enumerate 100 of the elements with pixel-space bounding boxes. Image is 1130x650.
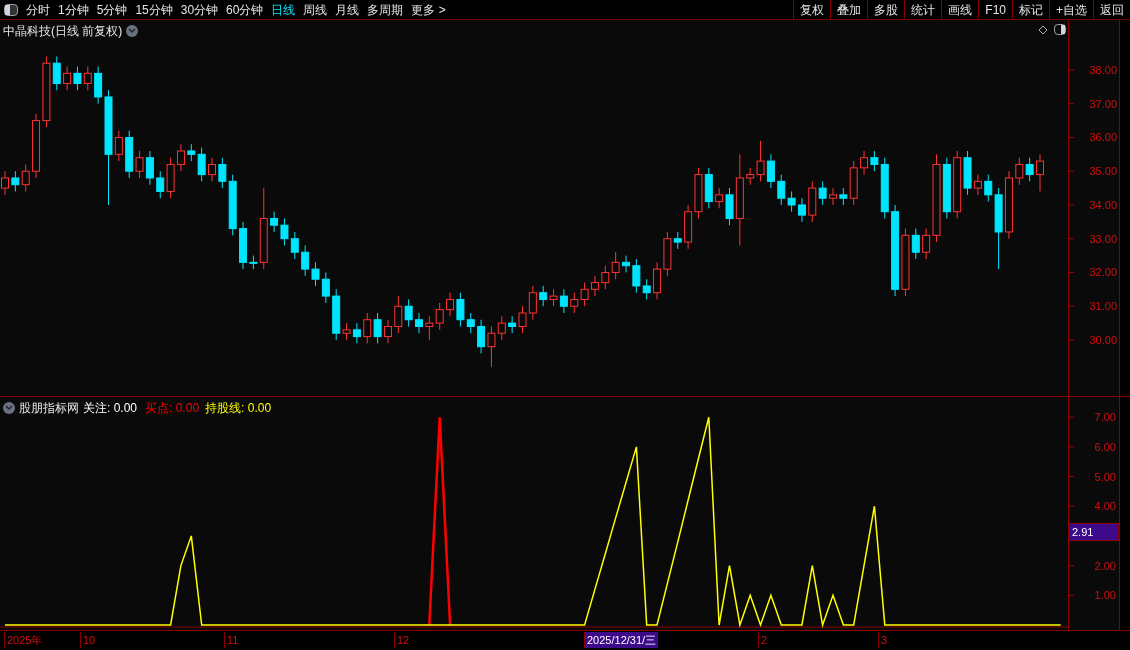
period-tab[interactable]: 1分钟 — [58, 0, 89, 19]
period-tab[interactable]: 周线 — [303, 0, 328, 19]
candlestick — [797, 197, 806, 223]
candlestick — [435, 302, 444, 331]
candlestick — [280, 217, 289, 246]
candlestick — [539, 285, 548, 307]
legend-text: 关注: 0.00 — [83, 400, 138, 417]
toolbar-button[interactable]: 复权 — [793, 0, 831, 19]
candlestick — [352, 322, 361, 344]
period-tab[interactable]: 月线 — [335, 0, 360, 19]
panel-toggle-icon[interactable] — [1054, 24, 1066, 35]
candlestick — [829, 187, 837, 206]
diamond-icon[interactable] — [1038, 24, 1048, 35]
candlestick — [415, 312, 423, 334]
more-tab[interactable]: 更多 > — [411, 0, 446, 19]
toolbar-button[interactable]: +自选 — [1049, 0, 1093, 19]
candlestick — [145, 150, 154, 186]
axis-label: 38.00 — [1089, 63, 1117, 76]
period-tab[interactable]: 5分钟 — [96, 0, 128, 19]
axis-label: 33.00 — [1089, 232, 1117, 245]
candlestick — [1, 170, 9, 196]
toolbar-button[interactable]: 画线 — [941, 0, 979, 19]
axis-label: 32.00 — [1089, 266, 1117, 279]
toolbar-button[interactable]: 统计 — [904, 0, 942, 19]
candlestick — [704, 167, 713, 209]
candlestick — [559, 288, 568, 314]
toolbar-button[interactable]: 标记 — [1012, 0, 1049, 19]
date-label: 3 — [878, 632, 890, 648]
candlestick — [446, 292, 455, 317]
axis-label: 6.00 — [1094, 440, 1116, 453]
dropdown-icon[interactable] — [3, 402, 15, 414]
candlestick — [777, 174, 786, 206]
period-tab[interactable]: 多周期 — [367, 0, 404, 19]
axis-label: 35.00 — [1089, 165, 1117, 178]
candlestick — [766, 153, 775, 189]
candlestick — [653, 261, 662, 300]
date-label: 2 — [758, 632, 770, 648]
candlestick — [570, 292, 579, 314]
candlestick — [270, 211, 279, 233]
date-label: 2025/12/31/三 — [584, 632, 659, 648]
toolbar-button[interactable]: 返回 — [1093, 0, 1130, 19]
candlestick — [301, 244, 310, 277]
legend-value: : 0.00 — [241, 400, 272, 417]
sidebar-toggle-icon[interactable] — [4, 3, 18, 16]
candlestick — [32, 113, 41, 179]
candlestick — [549, 288, 558, 307]
candlestick — [73, 66, 82, 91]
candlestick — [311, 261, 320, 287]
candlestick — [1004, 170, 1013, 240]
candlestick — [1015, 157, 1024, 186]
candlestick — [11, 170, 20, 192]
candlestick — [528, 285, 537, 321]
candlestick — [601, 265, 610, 290]
candlestick — [622, 255, 630, 273]
axis-label: 36.00 — [1089, 131, 1117, 144]
dropdown-icon[interactable] — [126, 25, 139, 37]
indicator-name: 股朋指标网 — [19, 400, 79, 417]
candlestick — [860, 150, 869, 176]
candlestick — [83, 66, 92, 91]
candlestick — [394, 295, 403, 334]
candlestick — [787, 190, 796, 213]
axis-label: 4.00 — [1094, 500, 1116, 513]
candlestick — [208, 157, 216, 182]
candlestick — [694, 167, 703, 219]
toolbar-button[interactable]: 叠加 — [830, 0, 868, 19]
toolbar-button[interactable]: F10 — [978, 0, 1012, 19]
stock-title: 中晶科技(日线 前复权) — [3, 23, 123, 40]
legend-value: : 0.00 — [169, 400, 200, 417]
toolbar-button[interactable]: 多股 — [867, 0, 905, 19]
axis-label: 7.00 — [1094, 411, 1116, 424]
period-tab[interactable]: 15分钟 — [135, 0, 173, 19]
axis-label: 2.00 — [1094, 559, 1116, 572]
legend-label: 买点 — [145, 400, 170, 417]
axis-label: 1.00 — [1094, 589, 1116, 602]
candlestick — [580, 282, 589, 307]
axis-label: 5.00 — [1094, 470, 1116, 483]
period-tab[interactable]: 分时 — [26, 0, 50, 19]
period-tab[interactable]: 日线 — [271, 0, 296, 19]
date-label: 10 — [80, 632, 98, 648]
period-tab[interactable]: 60分钟 — [226, 0, 264, 19]
date-label: 12 — [394, 632, 412, 648]
date-label: 11 — [224, 632, 241, 648]
candlestick — [425, 315, 434, 341]
candlestick — [1036, 153, 1044, 192]
candlestick — [290, 231, 299, 260]
candlestick — [1025, 157, 1034, 182]
axis-label: 31.00 — [1089, 300, 1117, 313]
candlestick — [684, 204, 693, 250]
candlestick — [321, 271, 330, 304]
candlestick — [363, 312, 372, 344]
period-tab[interactable]: 30分钟 — [180, 0, 219, 19]
candlestick — [611, 251, 620, 280]
axis-label: 30.00 — [1089, 333, 1117, 346]
candlestick — [383, 319, 392, 344]
axis-label: 37.00 — [1089, 97, 1117, 110]
candlestick — [477, 319, 486, 354]
candlestick — [373, 312, 382, 344]
candlestick — [63, 66, 72, 91]
cursor-value-label: 2.91 — [1069, 523, 1119, 541]
candlestick — [21, 163, 30, 192]
